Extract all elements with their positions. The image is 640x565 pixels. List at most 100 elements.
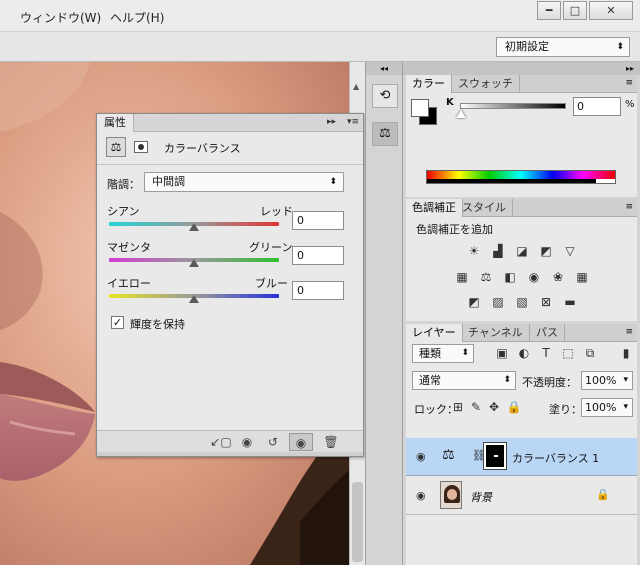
collapse-icon[interactable]: ▸▸ [327, 117, 336, 127]
properties-icon[interactable]: ⚖ [372, 122, 398, 146]
expand-icon[interactable]: ◂◂ [366, 62, 402, 75]
layer-filter-select[interactable]: 種類 ⬍ [412, 344, 474, 363]
layer-thumbnail [440, 481, 462, 509]
layers-panel: 種類 ⬍ ▣ ◐ T ⬚ ⧉ ▮ 通常 ⬍ 不透明度： 100% ▾ ロック： … [406, 342, 637, 565]
color-panel: K 0 % [406, 93, 637, 197]
layer-name[interactable]: 背景 [470, 489, 492, 505]
layer-name[interactable]: カラーバランス 1 [512, 450, 599, 466]
menu-help[interactable]: ヘルプ(H) [110, 9, 164, 26]
tone-label: 階調： [107, 178, 140, 191]
panel-menu-icon[interactable]: ≡ [625, 327, 633, 337]
tab-swatches[interactable]: スウォッチ [452, 75, 520, 93]
visibility-icon[interactable]: ◉ [289, 433, 313, 451]
eye-icon[interactable]: ◉ [416, 450, 426, 463]
minimize-button[interactable]: ━ [537, 1, 561, 20]
k-knob[interactable] [456, 110, 466, 118]
scale-icon: ⚖ [442, 447, 455, 463]
k-unit: % [625, 99, 635, 110]
curves-icon[interactable]: ◪ [514, 244, 530, 258]
blend-mode-select[interactable]: 通常 ⬍ [412, 371, 516, 390]
type-filter-icon[interactable]: T [538, 346, 554, 360]
opacity-input[interactable]: 100% ▾ [581, 371, 633, 390]
opacity-value: 100% [585, 374, 617, 387]
panel-menu-icon[interactable]: ≡ [625, 202, 633, 212]
k-channel-label: K [446, 97, 454, 108]
scale-icon[interactable]: ⚖ [106, 137, 126, 157]
magenta-green-input[interactable]: 0 [292, 246, 344, 265]
lock-all-icon[interactable]: 🔒 [506, 400, 522, 414]
brightness-icon[interactable]: ☀ [466, 244, 482, 258]
layer-row[interactable]: ◉ ⚖ ⛓ カラーバランス 1 [406, 438, 637, 476]
color-lookup-icon[interactable]: ▦ [574, 270, 590, 284]
filter-toggle-icon[interactable]: ▮ [618, 346, 634, 360]
exposure-icon[interactable]: ◩ [538, 244, 554, 258]
gradient-map-icon[interactable]: ▬ [562, 295, 578, 309]
tab-paths[interactable]: パス [530, 324, 565, 342]
mask-icon[interactable] [134, 141, 148, 153]
fill-label: 塗り： [549, 403, 582, 416]
reset-icon[interactable]: ↺ [261, 433, 285, 451]
cyan-red-input[interactable]: 0 [292, 211, 344, 230]
hue-saturation-icon[interactable]: ▦ [454, 270, 470, 284]
tab-channels[interactable]: チャンネル [462, 324, 530, 342]
tone-select[interactable]: 中間調 ⬍ [144, 172, 344, 192]
preserve-luminosity-checkbox[interactable]: ✓ [111, 316, 124, 329]
tab-styles[interactable]: スタイル [456, 199, 513, 217]
tab-color[interactable]: カラー [406, 75, 452, 93]
scrollbar-thumb[interactable] [352, 482, 363, 562]
layer-row[interactable]: ◉ 背景 🔒 [406, 477, 637, 515]
selective-color-icon[interactable]: ⊠ [538, 295, 554, 309]
updown-icon: ⬍ [616, 42, 624, 52]
shape-filter-icon[interactable]: ⬚ [560, 346, 576, 360]
channel-mixer-icon[interactable]: ❀ [550, 270, 566, 284]
k-slider[interactable] [460, 103, 566, 109]
tab-properties[interactable]: 属性 [97, 114, 134, 132]
foreground-color-swatch[interactable] [411, 99, 429, 117]
workspace-select[interactable]: 初期設定 ⬍ [496, 37, 630, 57]
color-balance-icon[interactable]: ⚖ [478, 270, 494, 284]
resize-grip[interactable] [97, 452, 363, 456]
maximize-button[interactable]: □ [563, 1, 587, 20]
posterize-icon[interactable]: ▨ [490, 295, 506, 309]
history-icon[interactable]: ⟲ [372, 84, 398, 108]
dock-collapse-icon[interactable]: ▸▸ [403, 62, 640, 75]
photo-filter-icon[interactable]: ◉ [526, 270, 542, 284]
tab-adjustments[interactable]: 色調補正 [406, 199, 463, 217]
cyan-red-knob[interactable] [189, 223, 199, 231]
properties-titlebar[interactable]: 属性 ▸▸ ▾≡ [97, 114, 363, 132]
levels-icon[interactable]: ▟ [490, 244, 506, 258]
eye-icon[interactable]: ◉ [416, 489, 426, 502]
trash-icon[interactable]: 🗑 [319, 433, 343, 451]
invert-icon[interactable]: ◩ [466, 295, 482, 309]
smart-filter-icon[interactable]: ⧉ [582, 346, 598, 360]
panel-menu-icon[interactable]: ▾≡ [347, 117, 359, 127]
yellow-label: イエロー [107, 277, 151, 290]
tab-layers[interactable]: レイヤー [406, 324, 463, 342]
pixel-filter-icon[interactable]: ▣ [494, 346, 510, 360]
yellow-blue-knob[interactable] [189, 295, 199, 303]
clip-to-layer-icon[interactable]: ↙▢ [209, 433, 233, 451]
lock-position-icon[interactable]: ✥ [486, 400, 502, 414]
updown-icon: ⬍ [461, 348, 469, 358]
vibrance-icon[interactable]: ▽ [562, 244, 578, 258]
opacity-label: 不透明度： [522, 376, 577, 389]
view-previous-icon[interactable]: ◉ [235, 433, 259, 451]
magenta-green-knob[interactable] [189, 259, 199, 267]
threshold-icon[interactable]: ▧ [514, 295, 530, 309]
yellow-blue-input[interactable]: 0 [292, 281, 344, 300]
properties-panel: 属性 ▸▸ ▾≡ ⚖ カラーバランス 階調： 中間調 ⬍ シアン レッド 0 マ… [96, 113, 364, 457]
menu-window[interactable]: ウィンドウ(W) [20, 9, 101, 26]
lock-pixels-icon[interactable]: ✎ [468, 400, 484, 414]
adjustments-panel-tabs: 色調補正 スタイル ≡ [406, 199, 637, 217]
lock-transparent-icon[interactable]: ⊞ [450, 400, 466, 414]
color-spectrum[interactable] [426, 170, 616, 184]
close-button[interactable]: ✕ [589, 1, 633, 20]
fill-input[interactable]: 100% ▾ [581, 398, 633, 417]
layer-mask-thumbnail[interactable] [483, 442, 507, 470]
panel-menu-icon[interactable]: ≡ [625, 78, 633, 88]
adjustment-filter-icon[interactable]: ◐ [516, 346, 532, 360]
black-white-icon[interactable]: ◧ [502, 270, 518, 284]
preserve-luminosity-label: 輝度を保持 [130, 318, 185, 331]
k-input[interactable]: 0 [573, 97, 621, 116]
scroll-up-icon[interactable]: ▲ [353, 82, 359, 91]
